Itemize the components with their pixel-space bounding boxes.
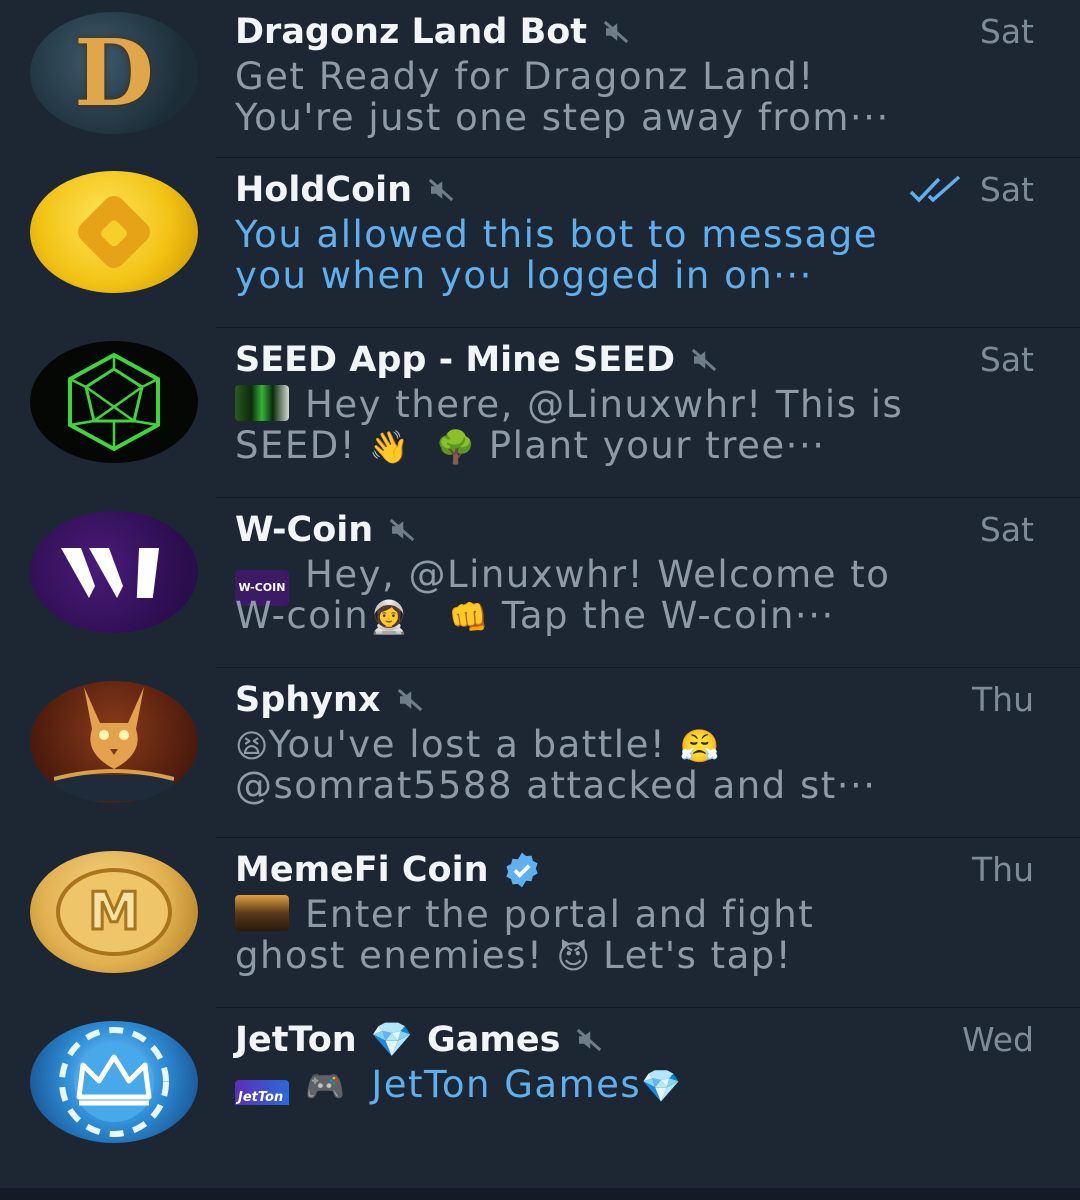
avatar[interactable]: D — [30, 12, 198, 134]
media-thumbnail — [235, 895, 289, 931]
avatar[interactable]: M — [30, 851, 198, 973]
chat-preview: Hey there, @Linuxwhr! This is SEED! 👋 🌳 … — [235, 384, 904, 466]
mute-icon — [428, 178, 454, 202]
smiling-devil-emoji: 😈 — [556, 938, 590, 976]
chat-time: Wed — [962, 1020, 1034, 1059]
chat-title: MemeFi Coin — [235, 848, 880, 892]
chat-time: Sat — [979, 12, 1034, 51]
chat-preview: Enter the portal and fight ghost enemies… — [235, 894, 815, 976]
media-thumbnail: JetTon — [235, 1080, 289, 1105]
w-coin-logo-icon — [61, 548, 160, 598]
avatar-letter: D — [74, 19, 154, 127]
chat-item-seed-app[interactable]: SEED App - Mine SEED Sat Hey there, @Lin… — [0, 328, 1080, 498]
bottom-edge — [0, 1188, 1080, 1200]
chat-item-jetton-games[interactable]: JetTon 💎 Games Wed JetTon 🎮 JetTon Games💎 — [0, 1008, 1080, 1178]
chat-time: Thu — [972, 680, 1034, 719]
gem-emoji: 💎 — [370, 1020, 414, 1060]
gem-emoji: 💎 — [641, 1067, 681, 1105]
chat-item-dragonz-land-bot[interactable]: D Dragonz Land Bot Sat Get Ready for Dra… — [0, 0, 1080, 158]
chat-title: Sphynx — [235, 678, 880, 722]
chat-preview: JetTon 🎮 JetTon Games💎 — [235, 1064, 1035, 1105]
double-check-icon — [909, 175, 961, 203]
chat-time: Sat — [979, 340, 1034, 379]
memefi-logo-icon: M — [56, 868, 172, 956]
chat-item-memefi-coin[interactable]: M MemeFi Coin Thu Enter the portal and f… — [0, 838, 1080, 1008]
game-controller-emoji: 🎮 — [305, 1067, 345, 1105]
chat-item-w-coin[interactable]: W-Coin Sat W-COIN Hey, @Linuxwhr! Welcome… — [0, 498, 1080, 668]
tired-face-emoji: 😫 — [235, 727, 269, 765]
mute-icon — [603, 20, 629, 44]
verified-badge-icon — [505, 852, 538, 888]
seed-logo-icon — [68, 352, 160, 452]
astronaut-emoji: 👩‍🚀 — [369, 598, 409, 636]
avatar[interactable] — [30, 1021, 198, 1143]
mute-icon — [577, 1028, 602, 1052]
tree-emoji: 🌳 — [435, 428, 476, 466]
sphynx-cat-icon — [54, 687, 174, 801]
fist-emoji: 👊 — [448, 598, 489, 636]
chat-item-sphynx[interactable]: Sphynx Thu 😫You've lost a battle! 😤 @som… — [0, 668, 1080, 838]
chat-preview: You allowed this bot to message you when… — [235, 214, 879, 296]
chat-title: HoldCoin — [235, 168, 880, 212]
mute-icon — [389, 518, 415, 542]
chat-title: Dragonz Land Bot — [235, 10, 880, 54]
media-thumbnail — [235, 385, 289, 421]
avatar[interactable] — [30, 341, 198, 463]
chat-preview: Get Ready for Dragonz Land! You're just … — [235, 56, 890, 138]
chat-title: SEED App - Mine SEED — [235, 338, 880, 382]
mute-icon — [397, 688, 422, 712]
chat-item-holdcoin[interactable]: HoldCoin Sat You allowed this bot to mes… — [0, 158, 1080, 328]
chat-title: W-Coin — [235, 508, 880, 552]
jetton-crown-icon — [59, 1027, 169, 1137]
avatar[interactable] — [30, 511, 198, 633]
chat-time: Sat — [908, 170, 1034, 209]
steam-face-emoji: 😤 — [679, 727, 720, 765]
avatar[interactable] — [30, 171, 198, 293]
chat-preview: 😫You've lost a battle! 😤 @somrat5588 att… — [235, 724, 877, 806]
chat-preview: W-COIN Hey, @Linuxwhr! Welcome to W-coin👩… — [235, 554, 891, 636]
waving-hand-emoji: 👋 — [369, 428, 410, 466]
chat-time: Sat — [979, 510, 1034, 549]
chat-list: D Dragonz Land Bot Sat Get Ready for Dra… — [0, 0, 1080, 1200]
holdcoin-logo-icon — [78, 196, 150, 268]
avatar[interactable] — [30, 681, 198, 803]
chat-title: JetTon 💎 Games — [235, 1018, 880, 1062]
mute-icon — [691, 348, 717, 372]
chat-time: Thu — [972, 850, 1034, 889]
